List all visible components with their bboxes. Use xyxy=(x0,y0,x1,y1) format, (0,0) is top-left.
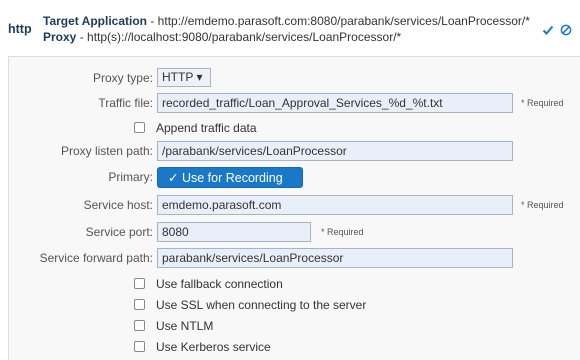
traffic-file-required: * Required xyxy=(521,98,564,108)
forward-path-label: Service forward path: xyxy=(39,251,153,265)
forward-path-row: Service forward path: parabank/services/… xyxy=(9,248,580,268)
service-host-label: Service host: xyxy=(83,198,153,212)
ntlm-row: Use NTLM xyxy=(9,318,580,338)
proxy-header: http Target Application - http://emdemo.… xyxy=(0,0,580,56)
fallback-label: Use fallback connection xyxy=(156,277,283,291)
proxy-settings-panel: Proxy type: HTTP ▾ Traffic file: recorde… xyxy=(8,56,580,360)
target-application-label: Target Application xyxy=(43,14,148,28)
check-icon[interactable] xyxy=(542,24,554,36)
ssl-label: Use SSL when connecting to the server xyxy=(156,298,367,312)
service-host-input[interactable]: emdemo.parasoft.com xyxy=(157,195,513,215)
kerberos-checkbox[interactable] xyxy=(134,341,145,352)
target-application-line: Target Application - http://emdemo.paras… xyxy=(43,14,530,28)
fallback-row: Use fallback connection xyxy=(9,276,580,296)
traffic-file-input[interactable]: recorded_traffic/Loan_Approval_Services_… xyxy=(157,93,513,113)
append-traffic-label: Append traffic data xyxy=(156,121,257,135)
service-port-row: Service port: 8080 * Required xyxy=(9,222,580,242)
traffic-file-label: Traffic file: xyxy=(98,96,153,110)
target-application-url: - http://emdemo.parasoft.com:8080/paraba… xyxy=(147,14,530,28)
kerberos-row: Use Kerberos service xyxy=(9,339,580,359)
service-host-required: * Required xyxy=(521,200,564,210)
proxy-url: - http(s)://localhost:9080/parabank/serv… xyxy=(76,30,402,44)
append-traffic-checkbox[interactable] xyxy=(134,122,145,133)
ntlm-checkbox[interactable] xyxy=(134,320,145,331)
proxy-line: Proxy - http(s)://localhost:9080/paraban… xyxy=(43,30,401,44)
listen-path-label: Proxy listen path: xyxy=(60,144,153,158)
append-traffic-row: Append traffic data xyxy=(9,120,580,140)
fallback-checkbox[interactable] xyxy=(134,278,145,289)
primary-row: Primary: ✓ Use for Recording xyxy=(9,167,580,188)
protocol-label: http xyxy=(8,22,32,36)
listen-path-input[interactable]: /parabank/services/LoanProcessor xyxy=(157,141,513,161)
disable-icon[interactable] xyxy=(560,24,572,36)
proxy-type-row: Proxy type: HTTP ▾ xyxy=(9,68,580,88)
service-port-required: * Required xyxy=(321,227,364,237)
service-host-row: Service host: emdemo.parasoft.com * Requ… xyxy=(9,195,580,215)
ssl-row: Use SSL when connecting to the server xyxy=(9,297,580,317)
forward-path-input[interactable]: parabank/services/LoanProcessor xyxy=(157,248,513,268)
use-for-recording-button[interactable]: ✓ Use for Recording xyxy=(157,167,303,188)
service-port-label: Service port: xyxy=(85,225,153,239)
primary-label: Primary: xyxy=(108,170,153,184)
listen-path-row: Proxy listen path: /parabank/services/Lo… xyxy=(9,141,580,161)
service-port-input[interactable]: 8080 xyxy=(157,222,311,242)
proxy-type-select[interactable]: HTTP ▾ xyxy=(157,68,211,87)
proxy-label: Proxy xyxy=(43,30,77,44)
kerberos-label: Use Kerberos service xyxy=(156,340,271,354)
traffic-file-row: Traffic file: recorded_traffic/Loan_Appr… xyxy=(9,93,580,113)
ntlm-label: Use NTLM xyxy=(156,319,214,333)
ssl-checkbox[interactable] xyxy=(134,299,145,310)
proxy-type-label: Proxy type: xyxy=(92,71,153,85)
